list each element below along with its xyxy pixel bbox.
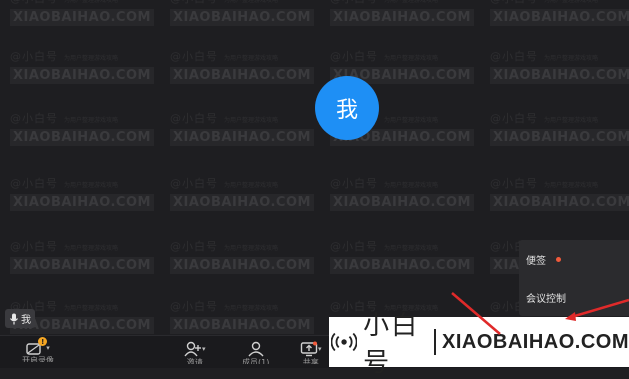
watermark: @小白号为用户整理游戏攻略 XIAOBAIHAO.COM	[170, 298, 314, 338]
watermark-title: @小白号为用户整理游戏攻略	[170, 50, 279, 63]
watermark-title: @小白号为用户整理游戏攻略	[10, 240, 119, 253]
watermark-title: @小白号为用户整理游戏攻略	[330, 50, 439, 63]
participant-name-badge: 我	[5, 309, 35, 328]
watermark: @小白号为用户整理游戏攻略 XIAOBAIHAO.COM	[330, 0, 474, 30]
participant-name: 我	[21, 315, 31, 326]
watermark-domain: XIAOBAIHAO.COM	[10, 194, 154, 211]
avatar-text: 我	[335, 98, 358, 123]
watermark-domain: XIAOBAIHAO.COM	[490, 194, 629, 211]
watermark-domain: XIAOBAIHAO.COM	[330, 257, 474, 274]
share-label: 共享	[302, 358, 319, 364]
watermark-domain: XIAOBAIHAO.COM	[170, 67, 314, 84]
record-button[interactable]: ! ▾ 开启录像	[22, 337, 54, 362]
share-screen-icon	[300, 341, 318, 357]
watermark-title: @小白号为用户整理游戏攻略	[330, 0, 439, 5]
watermark: @小白号为用户整理游戏攻略 XIAOBAIHAO.COM	[170, 175, 314, 215]
chevron-down-icon: ▾	[318, 345, 322, 353]
watermark-title: @小白号为用户整理游戏攻略	[490, 0, 599, 5]
watermark-domain: XIAOBAIHAO.COM	[10, 257, 154, 274]
chevron-down-icon: ▾	[202, 345, 206, 353]
watermark: @小白号为用户整理游戏攻略 XIAOBAIHAO.COM	[10, 48, 154, 88]
add-user-icon	[184, 341, 201, 357]
watermark: @小白号为用户整理游戏攻略 XIAOBAIHAO.COM	[10, 110, 154, 150]
watermark: @小白号为用户整理游戏攻略 XIAOBAIHAO.COM	[170, 110, 314, 150]
watermark: @小白号为用户整理游戏攻略 XIAOBAIHAO.COM	[170, 238, 314, 278]
watermark-domain: XIAOBAIHAO.COM	[10, 67, 154, 84]
watermark-domain: XIAOBAIHAO.COM	[330, 194, 474, 211]
watermark-domain: XIAOBAIHAO.COM	[170, 9, 314, 26]
watermark: @小白号为用户整理游戏攻略 XIAOBAIHAO.COM	[330, 175, 474, 215]
watermark-title: @小白号为用户整理游戏攻略	[490, 177, 599, 190]
watermark: @小白号为用户整理游戏攻略 XIAOBAIHAO.COM	[10, 238, 154, 278]
watermark-domain: XIAOBAIHAO.COM	[490, 67, 629, 84]
watermark-title: @小白号为用户整理游戏攻略	[170, 0, 279, 5]
watermark-domain: XIAOBAIHAO.COM	[10, 9, 154, 26]
watermark-title: @小白号为用户整理游戏攻略	[10, 0, 119, 5]
watermark-title: @小白号为用户整理游戏攻略	[170, 300, 279, 313]
menu-item-meeting-control-label: 会议控制	[526, 294, 566, 305]
watermark-domain: XIAOBAIHAO.COM	[490, 9, 629, 26]
watermark-domain: XIAOBAIHAO.COM	[10, 129, 154, 146]
mic-icon	[10, 313, 18, 324]
brand-name-cn: 小白号	[363, 311, 420, 378]
watermark: @小白号为用户整理游戏攻略 XIAOBAIHAO.COM	[490, 0, 629, 30]
watermark: @小白号为用户整理游戏攻略 XIAOBAIHAO.COM	[490, 175, 629, 215]
watermark: @小白号为用户整理游戏攻略 XIAOBAIHAO.COM	[10, 175, 154, 215]
watermark: @小白号为用户整理游戏攻略 XIAOBAIHAO.COM	[170, 48, 314, 88]
participant-avatar: 我	[315, 76, 379, 140]
notification-dot	[556, 257, 561, 262]
watermark-domain: XIAOBAIHAO.COM	[170, 129, 314, 146]
watermark: @小白号为用户整理游戏攻略 XIAOBAIHAO.COM	[170, 0, 314, 30]
watermark-title: @小白号为用户整理游戏攻略	[330, 177, 439, 190]
watermark-domain: XIAOBAIHAO.COM	[330, 9, 474, 26]
watermark-domain: XIAOBAIHAO.COM	[170, 257, 314, 274]
invite-button[interactable]: ▾ 邀请	[184, 341, 206, 364]
brand-banner: 小白号 XIAOBAIHAO.COM	[329, 311, 629, 378]
watermark-domain: XIAOBAIHAO.COM	[170, 194, 314, 211]
more-menu: 便签 会议控制	[519, 240, 629, 316]
chevron-down-icon: ▾	[46, 344, 50, 352]
watermark-title: @小白号为用户整理游戏攻略	[10, 50, 119, 63]
members-button[interactable]: 成员(1)	[242, 341, 269, 364]
menu-item-notes[interactable]: 便签	[526, 252, 561, 267]
members-label: 成员(1)	[242, 358, 270, 364]
watermark: @小白号为用户整理游戏攻略 XIAOBAIHAO.COM	[490, 110, 629, 150]
brand-name-en: XIAOBAIHAO.COM	[442, 330, 629, 353]
watermark-title: @小白号为用户整理游戏攻略	[10, 112, 119, 125]
record-label: 开启录像	[22, 356, 54, 362]
watermark-title: @小白号为用户整理游戏攻略	[490, 112, 599, 125]
watermark-title: @小白号为用户整理游戏攻略	[490, 50, 599, 63]
brand-divider	[433, 329, 436, 355]
share-button[interactable]: ▾ 共享	[300, 341, 322, 364]
watermark-title: @小白号为用户整理游戏攻略	[330, 240, 439, 253]
watermark-domain: XIAOBAIHAO.COM	[490, 129, 629, 146]
invite-label: 邀请	[186, 358, 203, 364]
watermark-title: @小白号为用户整理游戏攻略	[10, 177, 119, 190]
broadcast-icon	[331, 332, 358, 352]
watermark-title: @小白号为用户整理游戏攻略	[170, 240, 279, 253]
watermark: @小白号为用户整理游戏攻略 XIAOBAIHAO.COM	[490, 48, 629, 88]
watermark-domain: XIAOBAIHAO.COM	[170, 317, 314, 334]
watermark: @小白号为用户整理游戏攻略 XIAOBAIHAO.COM	[10, 0, 154, 30]
watermark: @小白号为用户整理游戏攻略 XIAOBAIHAO.COM	[330, 238, 474, 278]
menu-item-meeting-control[interactable]: 会议控制	[526, 290, 566, 305]
menu-item-notes-label: 便签	[526, 256, 546, 267]
watermark-title: @小白号为用户整理游戏攻略	[170, 112, 279, 125]
members-icon	[248, 341, 264, 357]
watermark-title: @小白号为用户整理游戏攻略	[170, 177, 279, 190]
